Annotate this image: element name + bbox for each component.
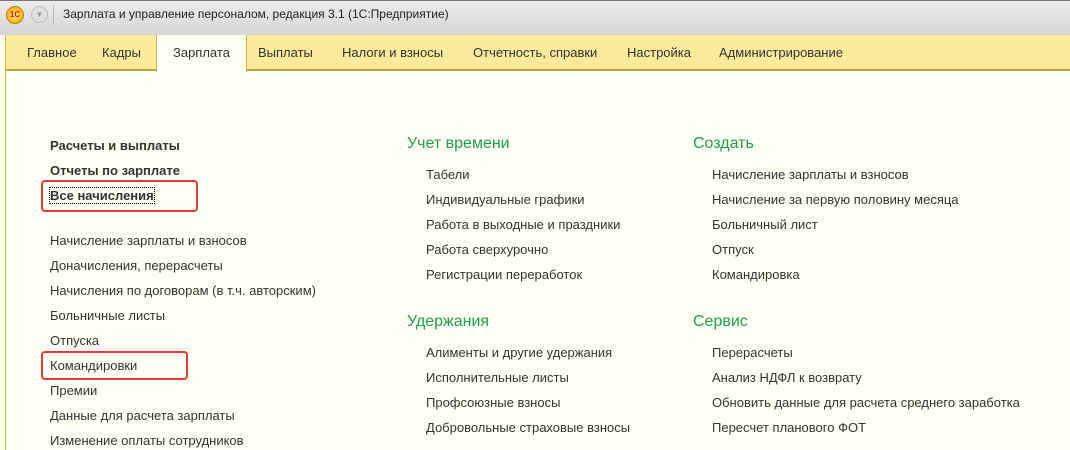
section-header: Учет времени — [407, 135, 510, 152]
nav-link-1[interactable]: Отчеты по зарплате — [50, 163, 180, 178]
nav-link-0[interactable]: Расчеты и выплаты — [50, 138, 180, 153]
list-item[interactable]: Табели — [426, 167, 470, 182]
list-item[interactable]: Больничный лист — [712, 217, 818, 232]
tab-3[interactable]: Выплаты — [242, 35, 329, 71]
window-title: Зарплата и управление персоналом, редакц… — [63, 7, 449, 21]
list-item[interactable]: Данные для расчета зарплаты — [50, 408, 235, 423]
list-item[interactable]: Премии — [50, 383, 97, 398]
list-item[interactable]: Начисление зарплаты и взносов — [50, 233, 247, 248]
highlight-box — [41, 180, 198, 212]
tab-4[interactable]: Налоги и взносы — [326, 35, 459, 71]
list-item[interactable]: Начисления по договорам (в т.ч. авторски… — [50, 283, 316, 298]
list-item[interactable]: Работа в выходные и праздники — [426, 217, 620, 232]
list-item[interactable]: Алименты и другие удержания — [426, 345, 612, 360]
section-header: Удержания — [407, 313, 490, 330]
section-tabs: Главное Кадры Зарплата Выплаты Налоги и взно… — [5, 35, 1070, 72]
list-item[interactable]: Работа сверхурочно — [426, 242, 548, 257]
title-bar: 1С ▼ Зарплата и управление персоналом, р… — [0, 0, 1070, 35]
list-item[interactable]: Исполнительные листы — [426, 370, 569, 385]
list-item[interactable]: Перерасчеты — [712, 345, 793, 360]
list-item[interactable]: Профсоюзные взносы — [426, 395, 560, 410]
list-item[interactable]: Анализ НДФЛ к возврату — [712, 370, 862, 385]
tab-6[interactable]: Настройка — [611, 35, 707, 71]
list-item[interactable]: Индивидуальные графики — [426, 192, 585, 207]
list-item[interactable]: Обновить данные для расчета среднего зар… — [712, 395, 1020, 410]
tab-7[interactable]: Администрирование — [703, 35, 859, 71]
tab-2[interactable]: Зарплата — [156, 35, 247, 72]
list-item[interactable]: Добровольные страховые взносы — [426, 420, 630, 435]
list-item[interactable]: Начисление зарплаты и взносов — [712, 167, 909, 182]
main-menu-chevron-icon[interactable]: ▼ — [31, 6, 48, 23]
1c-logo-icon[interactable]: 1С — [6, 6, 24, 24]
list-item[interactable]: Доначисления, перерасчеты — [50, 258, 223, 273]
list-item[interactable]: Пересчет планового ФОТ — [712, 420, 866, 435]
tab-0[interactable]: Главное — [11, 35, 93, 71]
tab-1[interactable]: Кадры — [86, 35, 157, 71]
list-item[interactable]: Больничные листы — [50, 308, 165, 323]
divider — [53, 5, 54, 25]
list-item[interactable]: Регистрации переработок — [426, 267, 582, 282]
tab-5[interactable]: Отчетность, справки — [457, 35, 613, 71]
list-item[interactable]: Командировка — [712, 267, 800, 282]
section-header: Сервис — [693, 313, 748, 330]
list-item[interactable]: Отпуск — [712, 242, 754, 257]
highlight-box — [41, 351, 188, 380]
list-item[interactable]: Отпуска — [50, 333, 99, 348]
section-header: Создать — [693, 135, 754, 152]
list-item[interactable]: Начисление за первую половину месяца — [712, 192, 959, 207]
divider — [5, 71, 6, 450]
list-item[interactable]: Изменение оплаты сотрудников — [50, 433, 244, 448]
